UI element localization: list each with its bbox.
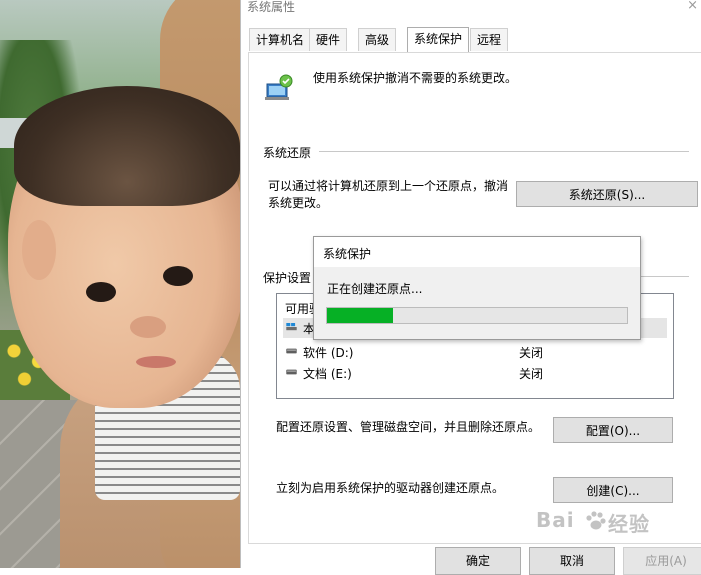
apply-button[interactable]: 应用(A)	[623, 547, 701, 575]
progress-dialog: 系统保护 正在创建还原点...	[313, 236, 641, 340]
create-button[interactable]: 创建(C)...	[553, 477, 673, 503]
drive-name: 文档 (E:)	[303, 367, 352, 381]
intro-text: 使用系统保护撤消不需要的系统更改。	[313, 71, 518, 85]
tab-system-protection[interactable]: 系统保护	[407, 27, 470, 53]
tab-advanced[interactable]: 高级	[358, 28, 397, 51]
baby-eye	[163, 266, 193, 286]
tab-hardware[interactable]: 硬件	[309, 28, 348, 51]
background-photo	[0, 0, 240, 568]
progress-bar-fill	[327, 308, 393, 323]
baby-nose	[130, 316, 166, 338]
watermark-text: Bai	[536, 508, 575, 532]
windows-drive-icon	[286, 323, 297, 331]
baby-hair	[14, 86, 240, 206]
progress-dialog-title: 系统保护	[323, 247, 372, 261]
ok-button[interactable]: 确定	[435, 547, 521, 575]
restore-description: 可以通过将计算机还原到上一个还原点，撤消系统更改。	[268, 179, 509, 210]
paw-icon	[586, 511, 606, 530]
drive-icon	[286, 369, 297, 375]
create-description: 立刻为启用系统保护的驱动器创建还原点。	[276, 481, 505, 495]
system-protection-icon	[265, 74, 293, 100]
system-restore-button[interactable]: 系统还原(S)...	[516, 181, 698, 207]
configure-description: 配置还原设置、管理磁盘空间，并且删除还原点。	[276, 420, 541, 434]
progress-bar	[326, 307, 628, 324]
configure-button[interactable]: 配置(O)...	[553, 417, 673, 443]
watermark: Bai 经验	[536, 508, 666, 536]
drive-name: 软件 (D:)	[303, 346, 354, 360]
close-icon[interactable]: ×	[687, 0, 698, 13]
list-item[interactable]: 文档 (E:) 关闭	[283, 363, 667, 383]
tab-remote[interactable]: 远程	[470, 28, 509, 51]
system-restore-label: 系统还原	[263, 146, 312, 160]
watermark-text: 经验	[608, 512, 650, 536]
drive-status: 关闭	[519, 367, 544, 381]
baby-eye	[86, 282, 116, 302]
cancel-button[interactable]: 取消	[529, 547, 615, 575]
tab-computer-name[interactable]: 计算机名	[249, 28, 312, 51]
separator	[319, 151, 689, 152]
list-item[interactable]: 软件 (D:) 关闭	[283, 342, 667, 362]
drive-status: 关闭	[519, 346, 544, 360]
progress-dialog-titlebar: 系统保护	[314, 237, 640, 267]
protection-settings-label: 保护设置	[263, 271, 312, 285]
progress-message: 正在创建还原点...	[327, 282, 423, 296]
baby-mouth	[136, 356, 176, 368]
window-title: 系统属性	[247, 0, 296, 14]
drive-icon	[286, 348, 297, 354]
baby-ear	[22, 220, 56, 280]
